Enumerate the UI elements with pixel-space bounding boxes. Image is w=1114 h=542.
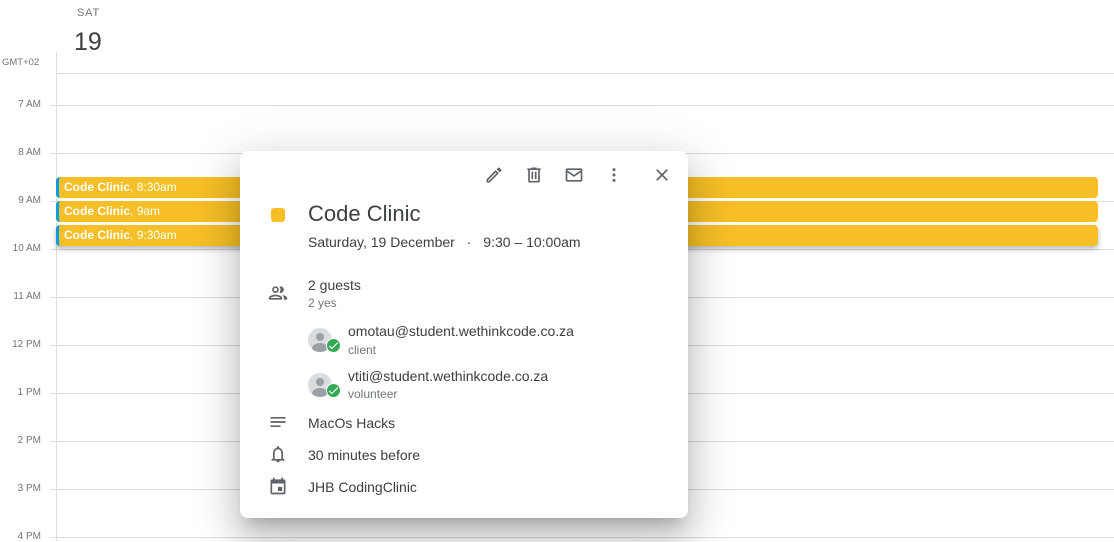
description-icon <box>268 412 288 432</box>
guest-email[interactable]: omotau@student.wethinkcode.co.za <box>348 323 574 339</box>
check-icon <box>326 338 341 353</box>
edit-icon <box>484 165 504 185</box>
hour-label: 8 AM <box>18 147 41 158</box>
edit-button[interactable] <box>482 163 506 187</box>
calendar-icon <box>268 476 288 496</box>
day-number[interactable]: 19 <box>74 28 102 57</box>
event-color-swatch <box>271 208 285 222</box>
event-sep: , <box>130 180 137 194</box>
event-title: Code Clinic <box>64 180 131 194</box>
trash-icon <box>524 165 544 185</box>
event-time-range: 9:30 – 10:00am <box>483 234 581 250</box>
timezone-label: GMT+02 <box>2 57 40 68</box>
check-icon <box>326 383 341 398</box>
event-time: 8:30am <box>136 180 177 194</box>
event-time: 9am <box>136 204 161 218</box>
bell-icon <box>268 444 288 464</box>
event-description: MacOs Hacks <box>308 415 396 431</box>
close-button[interactable] <box>650 163 674 187</box>
event-title: Code Clinic <box>64 228 131 242</box>
event-details-popover: Code Clinic Saturday, 19 December · 9:30… <box>240 151 688 518</box>
event-sep: , <box>130 228 137 242</box>
people-icon <box>268 283 288 303</box>
guest-email[interactable]: vtiti@student.wethinkcode.co.za <box>348 368 548 384</box>
time-gutter-divider <box>56 74 57 541</box>
header-divider <box>56 52 57 74</box>
event-reminder: 30 minutes before <box>308 447 421 463</box>
close-icon <box>652 165 672 185</box>
hour-label: 1 PM <box>17 387 41 398</box>
hour-label: 11 AM <box>13 291 41 302</box>
hour-label: 9 AM <box>18 195 41 206</box>
more-vert-icon <box>604 165 624 185</box>
email-guests-button[interactable] <box>562 163 586 187</box>
delete-button[interactable] <box>522 163 546 187</box>
hour-label: 3 PM <box>17 483 41 494</box>
more-options-button[interactable] <box>602 163 626 187</box>
hour-label: 7 AM <box>18 99 41 110</box>
event-heading: Code Clinic <box>308 201 421 226</box>
event-date: Saturday, 19 December <box>308 234 455 250</box>
datetime-separator: · <box>466 234 472 250</box>
guest-role: client <box>348 343 377 357</box>
event-sep: , <box>130 204 137 218</box>
day-name: SAT <box>77 7 100 19</box>
hour-label: 12 PM <box>12 339 41 350</box>
guest-role: volunteer <box>348 387 398 401</box>
hour-label: 4 PM <box>17 531 41 542</box>
guests-summary: 2 guests <box>308 277 361 293</box>
hour-line <box>50 105 1114 106</box>
guests-responses: 2 yes <box>308 296 337 310</box>
event-title: Code Clinic <box>64 204 131 218</box>
event-calendar: JHB CodingClinic <box>308 479 417 495</box>
mail-icon <box>564 165 584 185</box>
event-time: 9:30am <box>136 228 177 242</box>
event-datetime: Saturday, 19 December · 9:30 – 10:00am <box>308 234 581 250</box>
hour-label: 2 PM <box>17 435 41 446</box>
hour-line <box>50 537 1114 538</box>
hour-label: 10 AM <box>12 243 41 254</box>
day-header: SAT 19 GMT+02 <box>0 0 1114 74</box>
